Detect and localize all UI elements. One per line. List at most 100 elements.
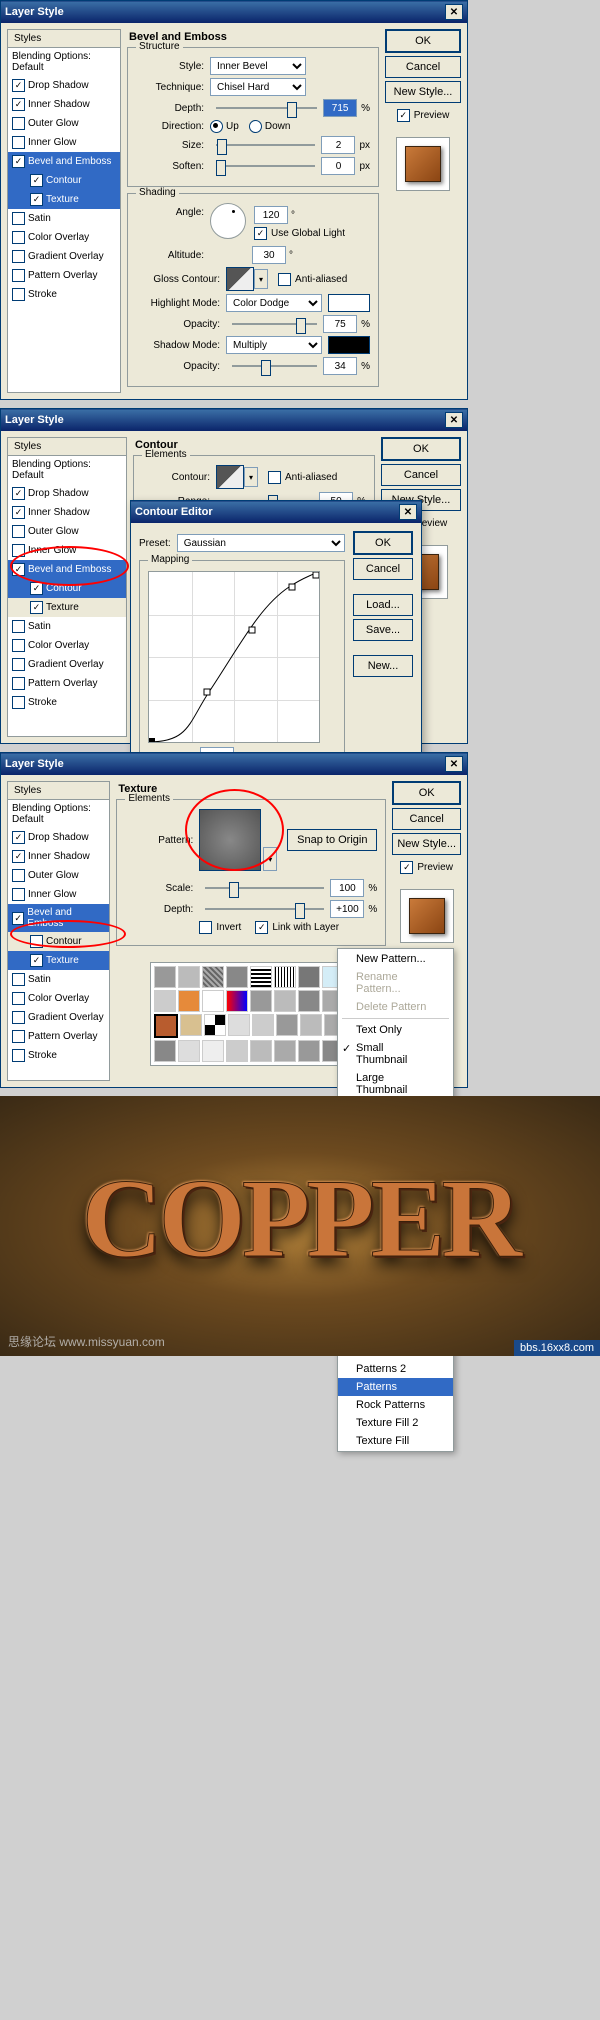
soften-slider[interactable] (216, 159, 315, 173)
checkbox-icon[interactable] (12, 231, 25, 244)
sh-opacity-slider[interactable] (232, 359, 317, 373)
menu-item[interactable]: Texture Fill 2 (338, 1414, 453, 1432)
chevron-down-icon[interactable]: ▾ (244, 467, 258, 487)
depth-input[interactable] (323, 99, 357, 117)
gloss-contour-swatch[interactable] (226, 267, 254, 291)
depth-slider[interactable] (216, 101, 317, 115)
ok-button[interactable]: OK (381, 437, 461, 461)
chevron-down-icon[interactable]: ▾ (263, 847, 277, 871)
size-input[interactable] (321, 136, 355, 154)
new-button[interactable]: New... (353, 655, 413, 677)
sidebar-item[interactable]: Inner Glow (8, 133, 120, 152)
hi-opacity-slider[interactable] (232, 317, 317, 331)
sidebar-item-texture[interactable]: Texture (8, 951, 109, 970)
checkbox-icon[interactable] (12, 117, 25, 130)
highlight-color-swatch[interactable] (328, 294, 370, 312)
shadow-mode-dropdown[interactable]: Multiply (226, 336, 322, 354)
checkbox-icon[interactable] (12, 98, 25, 111)
cancel-button[interactable]: Cancel (381, 464, 461, 486)
menu-item[interactable]: New Pattern... (338, 950, 453, 968)
sidebar-item[interactable]: Gradient Overlay (8, 247, 120, 266)
menu-item[interactable]: Patterns 2 (338, 1360, 453, 1378)
scale-input[interactable] (330, 879, 364, 897)
angle-dial[interactable] (210, 203, 246, 239)
depth-slider[interactable] (205, 902, 324, 916)
sidebar-item-contour[interactable]: Contour (8, 171, 120, 190)
snap-button[interactable]: Snap to Origin (287, 829, 377, 851)
sidebar-item-bevel[interactable]: Bevel and Emboss (8, 152, 120, 171)
load-button[interactable]: Load... (353, 594, 413, 616)
close-icon[interactable]: ✕ (445, 4, 463, 20)
close-icon[interactable]: ✕ (399, 504, 417, 520)
menu-item[interactable]: Rock Patterns (338, 1396, 453, 1414)
sh-opacity-input[interactable] (323, 357, 357, 375)
technique-dropdown[interactable]: Chisel Hard (210, 78, 306, 96)
pattern-swatch[interactable] (199, 809, 261, 871)
pattern-thumb-selected[interactable] (154, 1014, 178, 1038)
soften-input[interactable] (321, 157, 355, 175)
pattern-thumb[interactable] (154, 966, 176, 988)
ok-button[interactable]: OK (353, 531, 413, 555)
sidebar-item-bevel[interactable]: Bevel and Emboss (8, 560, 126, 579)
style-dropdown[interactable]: Inner Bevel (210, 57, 306, 75)
angle-input[interactable] (254, 206, 288, 224)
newstyle-button[interactable]: New Style... (392, 833, 461, 855)
checkbox-icon[interactable] (12, 250, 25, 263)
checkbox-icon[interactable] (12, 79, 25, 92)
sidebar-item[interactable]: Satin (8, 209, 120, 228)
radio-up[interactable] (210, 120, 223, 133)
shadow-color-swatch[interactable] (328, 336, 370, 354)
checkbox-global-light[interactable] (254, 227, 267, 240)
sidebar-item[interactable]: Drop Shadow (8, 76, 120, 95)
cancel-button[interactable]: Cancel (353, 558, 413, 580)
save-button[interactable]: Save... (353, 619, 413, 641)
close-icon[interactable]: ✕ (445, 756, 463, 772)
checkbox-antialias[interactable] (278, 273, 291, 286)
sidebar-item-texture[interactable]: Texture (8, 598, 126, 617)
checkbox-invert[interactable] (199, 921, 212, 934)
preset-dropdown[interactable]: Gaussian (177, 534, 345, 552)
checkbox-icon[interactable] (12, 136, 25, 149)
sidebar-item-bevel[interactable]: Bevel and Emboss (8, 904, 109, 932)
menu-item[interactable]: Text Only (338, 1021, 453, 1039)
sidebar-item[interactable]: Stroke (8, 285, 120, 304)
sidebar-item-contour[interactable]: Contour (8, 932, 109, 951)
checkbox-icon[interactable] (30, 193, 43, 206)
radio-down[interactable] (249, 120, 262, 133)
newstyle-button[interactable]: New Style... (385, 81, 461, 103)
sidebar-item-texture[interactable]: Texture (8, 190, 120, 209)
cancel-button[interactable]: Cancel (385, 56, 461, 78)
size-slider[interactable] (216, 138, 315, 152)
checkbox-link[interactable] (255, 921, 268, 934)
checkbox-preview[interactable] (397, 109, 410, 122)
scale-slider[interactable] (205, 881, 324, 895)
checkbox-antialias[interactable] (268, 471, 281, 484)
curve-editor[interactable] (148, 571, 320, 743)
ok-button[interactable]: OK (385, 29, 461, 53)
menu-item[interactable]: Texture Fill (338, 1432, 453, 1450)
sidebar-item[interactable]: Pattern Overlay (8, 266, 120, 285)
checkbox-icon[interactable] (12, 269, 25, 282)
depth-input[interactable] (330, 900, 364, 918)
contour-swatch[interactable] (216, 465, 244, 489)
sidebar-item-contour[interactable]: Contour (8, 579, 126, 598)
pattern-picker[interactable] (150, 962, 358, 1066)
cancel-button[interactable]: Cancel (392, 808, 461, 830)
checkbox-icon[interactable] (30, 174, 43, 187)
hi-opacity-input[interactable] (323, 315, 357, 333)
menu-item[interactable]: Patterns (338, 1378, 453, 1396)
sidebar-item[interactable]: Inner Shadow (8, 95, 120, 114)
highlight-mode-dropdown[interactable]: Color Dodge (226, 294, 322, 312)
checkbox-icon[interactable] (12, 212, 25, 225)
sidebar-item[interactable]: Blending Options: Default (8, 48, 120, 76)
menu-item[interactable]: Small Thumbnail (338, 1039, 453, 1069)
close-icon[interactable]: ✕ (445, 412, 463, 428)
checkbox-icon[interactable] (12, 155, 25, 168)
menu-item[interactable]: Large Thumbnail (338, 1069, 453, 1099)
checkbox-icon[interactable] (12, 288, 25, 301)
sidebar-item[interactable]: Outer Glow (8, 114, 120, 133)
sidebar-item[interactable]: Color Overlay (8, 228, 120, 247)
chevron-down-icon[interactable]: ▾ (254, 269, 268, 289)
ok-button[interactable]: OK (392, 781, 461, 805)
altitude-input[interactable] (252, 246, 286, 264)
